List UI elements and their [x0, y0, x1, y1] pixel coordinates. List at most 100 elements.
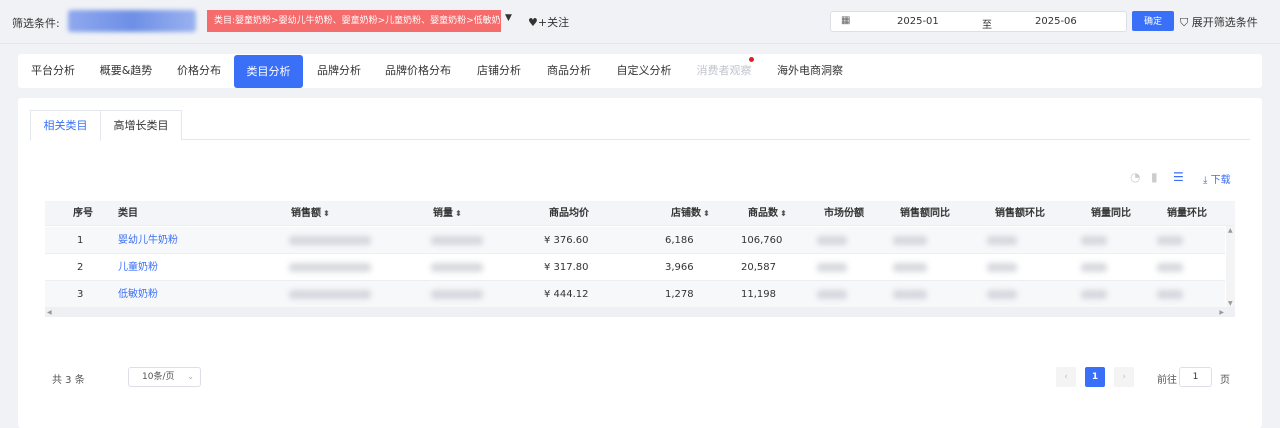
redacted-value: [1157, 263, 1183, 272]
column-header-8: 销售额同比: [900, 201, 950, 226]
date-end[interactable]: 2025-06: [1035, 16, 1077, 27]
date-start[interactable]: 2025-01: [897, 16, 939, 27]
confirm-button[interactable]: 确定: [1132, 11, 1174, 31]
download-label: 下载: [1210, 175, 1231, 186]
page-size-value: 10条/页: [142, 372, 175, 382]
column-header-label: 类目: [118, 208, 138, 219]
tab-store[interactable]: 店铺分析: [464, 54, 534, 88]
category-tag[interactable]: 类目:婴童奶粉>婴幼儿牛奶粉、婴童奶粉>儿童奶粉、婴童奶粉>低敏奶粉: [207, 10, 501, 32]
tab-brand-price[interactable]: 品牌价格分布: [374, 54, 462, 88]
tab-brand[interactable]: 品牌分析: [304, 54, 374, 88]
tab-custom[interactable]: 自定义分析: [604, 54, 684, 88]
sort-icon[interactable]: ⬍: [703, 209, 710, 218]
table-row: 3 低敏奶粉 ¥ 444.12 1,278 11,198: [45, 281, 1225, 308]
filter-label: 筛选条件:: [12, 17, 60, 30]
goto-page-input[interactable]: 1: [1179, 367, 1212, 387]
column-header-11: 销量环比: [1167, 201, 1207, 226]
column-header-5[interactable]: 店铺数 ⬍: [671, 201, 710, 226]
redacted-value: [817, 263, 847, 272]
cell-products: 106,760: [741, 235, 783, 246]
redacted-value: [289, 263, 371, 272]
table-row: 1 婴幼儿牛奶粉 ¥ 376.60 6,186 106,760: [45, 227, 1225, 254]
column-header-label: 销量同比: [1091, 208, 1131, 219]
chevron-down-icon: ⌄: [187, 372, 194, 381]
cell-index: 3: [77, 289, 84, 300]
scroll-right-icon[interactable]: ▶: [1219, 309, 1224, 316]
caret-down-icon[interactable]: ▼: [505, 13, 512, 23]
cell-avg-price: ¥ 317.80: [544, 262, 589, 273]
column-header-10: 销量同比: [1091, 201, 1131, 226]
table-view-icon[interactable]: ☰: [1173, 170, 1184, 184]
scroll-down-icon[interactable]: ▼: [1228, 300, 1233, 307]
main-panel: 相关类目 高增长类目 ◔ ▮ ☰ ⤓ 下载 序号 类目 销售额 ⬍ 销量 ⬍ 商品均价 店铺数…: [18, 98, 1262, 428]
redacted-value: [987, 236, 1017, 245]
tab-platform[interactable]: 平台分析: [18, 54, 88, 88]
redacted-value: [1157, 290, 1183, 299]
pagination-bar: 共 3 条 10条/页 ⌄ ‹ 1 › 前往 1 页: [18, 366, 1262, 390]
download-icon: ⤓: [1203, 175, 1208, 186]
cell-index: 2: [77, 262, 84, 273]
table-row: 2 儿童奶粉 ¥ 317.80 3,966 20,587: [45, 254, 1225, 281]
horizontal-scrollbar[interactable]: ◀ ▶: [45, 307, 1235, 317]
cell-category[interactable]: 婴幼儿牛奶粉: [118, 227, 178, 254]
tab-high-growth-categories[interactable]: 高增长类目: [100, 110, 182, 140]
cell-index: 1: [77, 235, 84, 246]
next-page-button[interactable]: ›: [1114, 367, 1134, 387]
column-header-6[interactable]: 商品数 ⬍: [748, 201, 787, 226]
tab-overview-trend[interactable]: 概要&趋势: [90, 54, 162, 88]
redacted-value: [893, 290, 927, 299]
table-toolbar: ◔ ▮ ☰ ⤓ 下载: [18, 170, 1262, 186]
notification-dot: [749, 57, 754, 62]
cell-shops: 3,966: [665, 262, 694, 273]
column-header-7: 市场份额: [824, 201, 864, 226]
scroll-left-icon[interactable]: ◀: [47, 309, 52, 316]
column-header-2[interactable]: 销售额 ⬍: [291, 201, 330, 226]
expand-filter-button[interactable]: ⛉ 展开筛选条件: [1180, 14, 1258, 30]
sort-icon[interactable]: ⬍: [780, 209, 787, 218]
column-header-4: 商品均价: [549, 201, 589, 226]
column-header-label: 商品均价: [549, 208, 589, 219]
tab-price-distribution[interactable]: 价格分布: [164, 54, 234, 88]
sort-icon[interactable]: ⬍: [455, 209, 462, 218]
follow-button[interactable]: ♥+关注: [528, 14, 569, 30]
download-button[interactable]: ⤓ 下载: [1203, 171, 1231, 186]
page-size-select[interactable]: 10条/页 ⌄: [128, 367, 201, 387]
calendar-icon: ▦: [841, 15, 851, 26]
redacted-value: [431, 290, 483, 299]
cell-category[interactable]: 儿童奶粉: [118, 254, 158, 281]
redacted-value: [987, 290, 1017, 299]
cell-shops: 6,186: [665, 235, 694, 246]
filter-icon: ⛉: [1180, 16, 1189, 29]
redacted-value: [893, 236, 927, 245]
tab-product[interactable]: 商品分析: [534, 54, 604, 88]
cell-category[interactable]: 低敏奶粉: [118, 281, 158, 308]
cell-products: 11,198: [741, 289, 776, 300]
sort-icon[interactable]: ⬍: [323, 209, 330, 218]
column-header-label: 销量环比: [1167, 208, 1207, 219]
tab-overseas[interactable]: 海外电商洞察: [764, 54, 856, 88]
redacted-value: [289, 290, 371, 299]
redacted-value: [431, 263, 483, 272]
blurred-filter-input[interactable]: [68, 10, 196, 32]
column-header-3[interactable]: 销量 ⬍: [433, 201, 462, 226]
prev-page-button[interactable]: ‹: [1056, 367, 1076, 387]
date-range-picker[interactable]: ▦ 2025-01 至 2025-06: [830, 11, 1127, 32]
expand-filter-label: 展开筛选条件: [1191, 16, 1258, 29]
column-header-label: 销量: [433, 208, 453, 219]
analysis-nav: 平台分析 概要&趋势 价格分布 类目分析 品牌分析 品牌价格分布 店铺分析 商品分析 自定义分析…: [18, 54, 1262, 88]
column-header-label: 序号: [73, 208, 93, 219]
column-header-1: 类目: [118, 201, 138, 226]
pie-chart-icon[interactable]: ◔: [1130, 170, 1140, 184]
redacted-value: [431, 236, 483, 245]
vertical-scrollbar[interactable]: ▲ ▼: [1226, 226, 1235, 308]
column-header-label: 商品数: [748, 208, 778, 219]
tab-category[interactable]: 类目分析: [234, 55, 303, 88]
column-header-label: 销售额同比: [900, 208, 950, 219]
column-header-label: 市场份额: [824, 208, 864, 219]
cell-products: 20,587: [741, 262, 776, 273]
bar-chart-icon[interactable]: ▮: [1151, 170, 1158, 184]
page-button-1[interactable]: 1: [1085, 367, 1105, 387]
tab-related-categories[interactable]: 相关类目: [30, 110, 101, 141]
subtab-bar: 相关类目 高增长类目: [30, 110, 1250, 141]
scroll-up-icon[interactable]: ▲: [1228, 227, 1233, 234]
